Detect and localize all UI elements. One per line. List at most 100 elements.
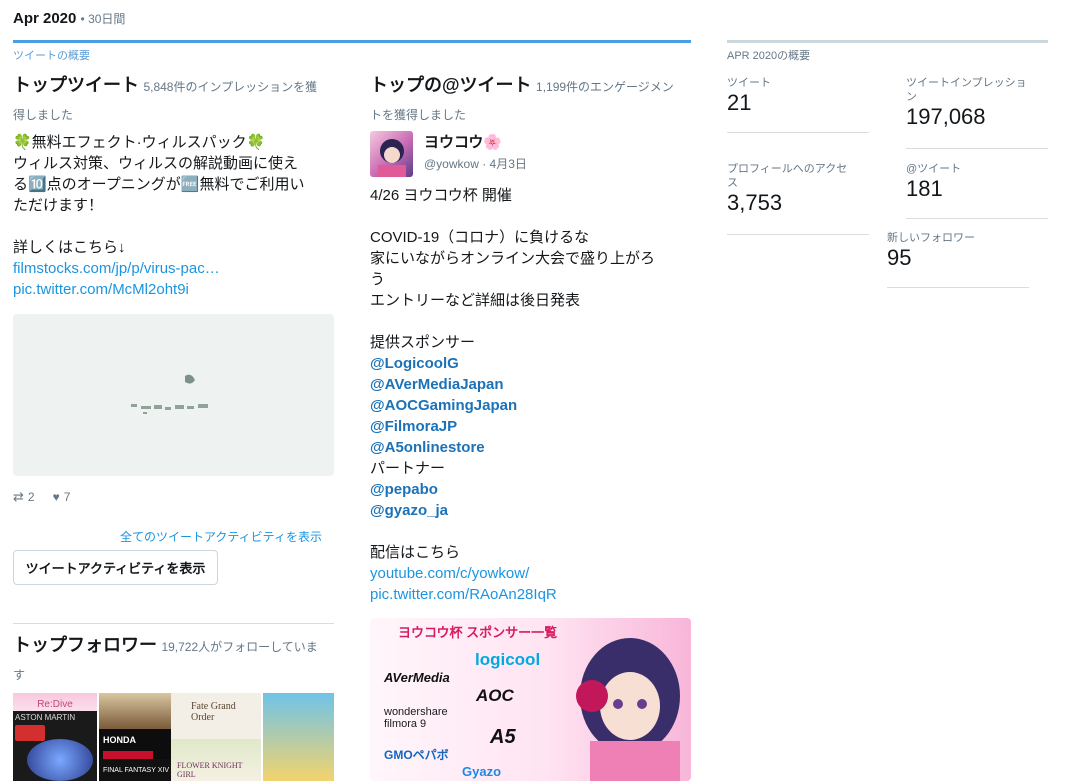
retweet-icon[interactable]: ⇄ [13,489,24,505]
mention-line: COVID-19（コロナ）に負けるな [370,229,590,246]
top-mention-engagement: 1,199件のエンゲージメン [536,80,674,94]
mention-blank-line [370,311,695,332]
metric-label: 新しいフォロワー [887,232,975,244]
follower-avatar[interactable] [27,739,93,781]
metric-new-followers: 新しいフォロワー 95 [887,231,1027,271]
period-title: Apr 2020 • 30日間 [13,10,125,27]
top-mention-title: トップの@ツイート [370,75,532,95]
mention-pepabo[interactable]: @pepabo [370,479,695,500]
mention-line: 4/26 ヨウコウ杯 開催 [370,187,512,204]
logo-avermedia: AVerMedia [384,670,450,685]
metric-tweets: ツイート 21 [727,76,867,116]
banner-character-art [576,638,680,781]
section-divider-gray [727,40,1048,43]
follower-tile[interactable]: FLOWER KNIGHT GIRL [171,739,261,781]
author-handle[interactable]: @yowkow [424,157,479,171]
mention-aocgamingjapan[interactable]: @AOCGamingJapan [370,395,695,416]
top-tweet-heading: トップツイート 5,848件のインプレッションを獲 [13,74,335,98]
retweet-count: 2 [27,490,35,504]
metric-label: ツイートインプレッショ ン [906,77,1027,103]
metric-value: 95 [887,245,912,270]
partner-label: パートナー [370,460,446,477]
tweet-stats: ⇄ 2 ♥ 7 [13,489,70,505]
tweet-overview-label: ツイートの概要 [13,50,90,62]
tweet-link-pic[interactable]: pic.twitter.com/McMl2oht9i [13,281,189,298]
tweet-line: る🔟点のオープニングが🆓無料でご利用い [13,176,305,193]
youtube-link[interactable]: youtube.com/c/yowkow/ [370,565,529,582]
metric-profile-visits: プロフィールへのアクセ ス 3,753 [727,162,867,216]
tile-label: FLOWER KNIGHT GIRL [177,761,243,779]
metric-impressions: ツイートインプレッショ ン 197,068 [906,76,1051,130]
all-activity-link[interactable]: 全てのツイートアクティビティを表示 [120,528,322,545]
tile-label: HONDA [103,735,136,745]
mention-line: 提供スポンサー [370,334,476,351]
tweet-date: · 4月3日 [482,157,527,171]
redbull-badge [15,725,45,741]
author-avatar[interactable] [370,131,413,177]
mention-a5onlinestore[interactable]: @A5onlinestore [370,437,695,458]
tweet-link-filmstocks[interactable]: filmstocks.com/jp/p/virus-pac… [13,260,220,277]
divider [906,148,1048,149]
mention-filmorajp[interactable]: @FilmoraJP [370,416,695,437]
tile-label: ASTON MARTIN [15,713,76,722]
mention-gyazo-ja[interactable]: @gyazo_ja [370,500,695,521]
metric-label: ツイート [727,77,771,89]
metric-value: 3,753 [727,190,783,215]
mention-line: う [370,271,386,288]
mention-logicoolg[interactable]: @LogicoolG [370,353,695,374]
tile-label: Fate Grand Order [191,701,236,723]
mention-pic-link[interactable]: pic.twitter.com/RAoAn28IqR [370,586,557,603]
stream-label: 配信はこちら [370,544,461,561]
divider [887,287,1029,288]
logo-gyazo: Gyazo [462,764,502,779]
follower-tile[interactable] [263,693,334,781]
like-count: 7 [63,490,71,504]
author-meta: @yowkow · 4月3日 [424,155,527,172]
tile-label: FINAL FANTASY XIV [103,767,170,774]
mention-avermediajapan[interactable]: @AVerMediaJapan [370,374,695,395]
tweet-media-preview[interactable] [13,314,334,476]
view-tweet-activity-button[interactable]: ツイートアクティビティを表示 [13,550,218,585]
metric-label: @ツイート [906,163,962,175]
top-tweet-title: トップツイート [13,75,139,95]
follower-tile[interactable] [99,693,171,729]
period-duration: • 30日間 [80,12,126,26]
follower-tile[interactable]: FINAL FANTASY XIV [99,759,171,781]
logo-gmo-pepabo: GMOペパボ [384,748,449,762]
metric-value: 21 [727,90,752,115]
mention-blank-line [370,206,695,227]
top-followers-title: トップフォロワー [13,635,157,655]
avatar-art [378,139,406,177]
divider [13,623,334,624]
tweet-line: ただけます！ [13,197,104,214]
section-divider-blue [13,40,691,43]
logo-logicool: logicool [475,650,541,669]
heart-icon[interactable]: ♥ [53,490,60,504]
follower-tile[interactable]: Fate Grand Order [171,693,261,739]
top-tweet-impressions-cont: 得しました [13,108,74,122]
divider [727,132,869,133]
logo-aoc: AOC [476,686,514,705]
top-followers-count: 19,722人がフォローしていま [161,640,318,654]
mention-blank-line [370,521,695,542]
top-tweet-impressions: 5,848件のインプレッションを獲 [143,80,318,94]
logo-a5: A5 [490,726,516,748]
author-name[interactable]: ヨウコウ🌸 [424,131,502,152]
metric-label: プロフィールへのアクセ ス [727,163,848,189]
top-followers-grid[interactable]: Re:Dive ASTON MARTIN HONDA Fate Grand Or… [13,693,334,781]
metric-value: 197,068 [906,104,986,129]
top-tweet-body: 🍀無料エフェクト·ウィルスパック🍀 ウィルス対策、ウィルスの解説動画に使え る🔟… [13,132,338,300]
top-mention-heading: トップの@ツイート 1,199件のエンゲージメン [370,74,695,98]
tweet-line: 詳しくはこちら↓ [13,239,126,256]
mention-line: エントリーなど詳細は後日発表 [370,292,581,309]
sponsor-banner-image[interactable]: ヨウコウ杯 スポンサー一覧 logicool AVerMedia AOC won… [370,618,691,781]
media-placeholder-graphic [131,374,208,414]
tweet-line: 🍀無料エフェクト·ウィルスパック🍀 [13,134,266,151]
top-followers-count-cont: す [13,668,26,682]
metric-value: 181 [906,176,943,201]
logo-filmora: wondershare filmora 9 [384,706,448,730]
banner-title: ヨウコウ杯 スポンサー一覧 [398,625,558,640]
top-followers-heading: トップフォロワー 19,722人がフォローしていま [13,634,335,658]
tile-label: Re:Dive [37,699,73,710]
